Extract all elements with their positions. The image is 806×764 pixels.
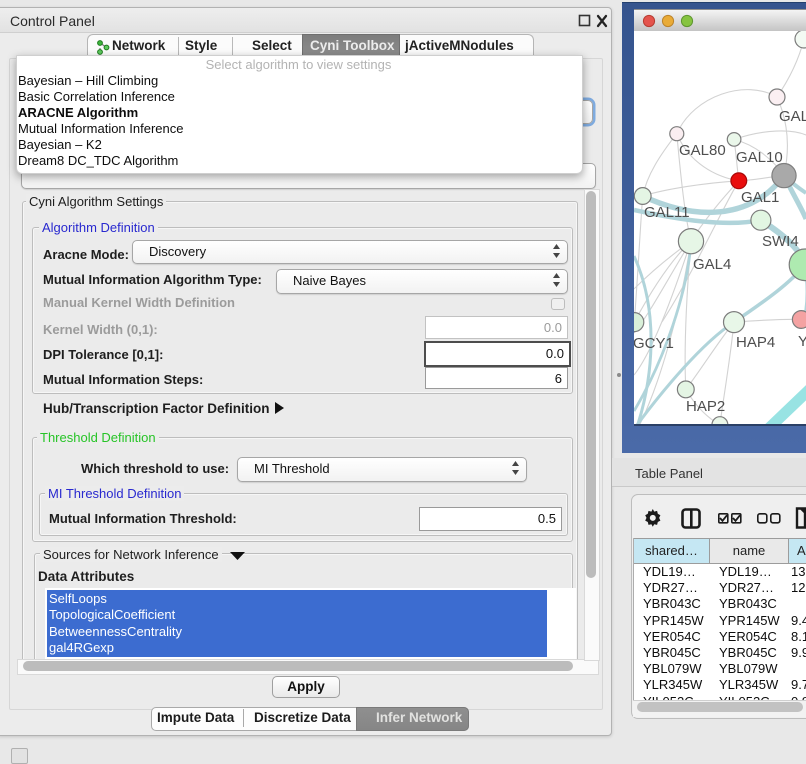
svg-text:GAL11: GAL11 [644, 204, 690, 221]
svg-text:GAL10: GAL10 [736, 149, 783, 166]
svg-text:GAL1: GAL1 [741, 189, 779, 206]
svg-text:GAL7: GAL7 [779, 108, 806, 125]
svg-text:HAP2: HAP2 [686, 398, 725, 415]
svg-text:SWI4: SWI4 [762, 233, 799, 250]
svg-text:GAL4: GAL4 [693, 256, 731, 273]
svg-text:HAP4: HAP4 [736, 334, 775, 351]
svg-text:YE: YE [798, 333, 806, 350]
svg-text:GCY1: GCY1 [634, 335, 674, 352]
svg-text:GAL80: GAL80 [679, 142, 726, 159]
